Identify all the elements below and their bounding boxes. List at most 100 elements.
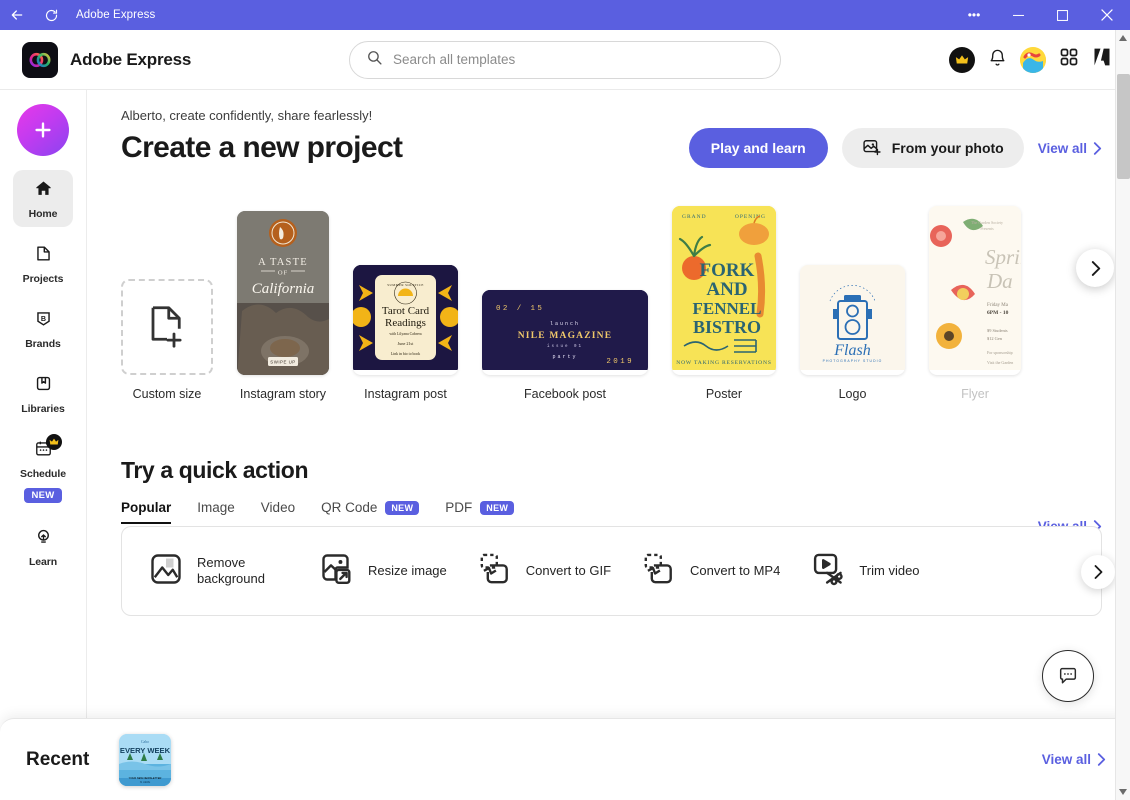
svg-text:California: California — [252, 281, 315, 297]
chevron-right-icon — [1093, 141, 1102, 155]
tab-qr-code[interactable]: QR Code NEW — [321, 500, 420, 524]
brand[interactable]: Adobe Express — [0, 41, 192, 78]
templates-next-button[interactable] — [1076, 249, 1114, 287]
recent-view-all-link[interactable]: View all — [1042, 752, 1106, 767]
svg-text:issue 01: issue 01 — [547, 344, 583, 349]
svg-text:SUMMER SOLSTICE: SUMMER SOLSTICE — [387, 283, 424, 287]
instagram-story-thumbnail: A TASTE OF California SWIPE UP — [237, 211, 329, 375]
svg-text:A TASTE: A TASTE — [258, 257, 308, 268]
quick-action-section: Try a quick action View all Popular Imag… — [121, 457, 1130, 616]
quick-action-resize-image[interactable]: Resize image — [319, 551, 447, 592]
svg-text:BISTRO: BISTRO — [693, 317, 761, 337]
svg-text:Tarot Card: Tarot Card — [382, 305, 430, 317]
recent-item-thumbnail[interactable]: Cabo EVERY WEEK YOUR NEW NEWSLETTER IS H… — [119, 733, 172, 786]
view-all-label: View all — [1037, 140, 1087, 156]
quick-action-label: Trim video — [859, 562, 920, 578]
template-card-poster[interactable]: GRAND OPENING FORK AND FENNEL BISTRO NOW… — [672, 206, 776, 401]
svg-text:AND: AND — [706, 279, 747, 300]
quick-action-panel: Remove background Resize image Convert t… — [121, 526, 1115, 616]
svg-text:GRAND: GRAND — [682, 214, 707, 220]
create-new-button[interactable] — [17, 104, 69, 156]
from-your-photo-button[interactable]: From your photo — [841, 128, 1024, 168]
svg-text:2019: 2019 — [606, 358, 634, 366]
tab-video[interactable]: Video — [261, 500, 295, 524]
sidebar-item-label: Schedule — [20, 468, 66, 480]
document-icon — [34, 244, 53, 268]
tab-pdf[interactable]: PDF NEW — [445, 500, 515, 524]
header-icon-group — [949, 46, 1112, 73]
quick-action-convert-to-mp4[interactable]: Convert to MP4 — [641, 551, 780, 592]
template-card-custom-size[interactable]: Custom size — [121, 279, 213, 401]
main-content: Alberto, create confidently, share fearl… — [87, 90, 1130, 800]
template-label: Instagram post — [364, 387, 447, 401]
vertical-scrollbar[interactable] — [1115, 30, 1130, 800]
svg-text:party: party — [552, 354, 577, 360]
sidebar-item-label: Learn — [28, 556, 58, 568]
quick-action-trim-video[interactable]: Trim video — [810, 551, 920, 592]
app-body: Home Projects B Brands Libraries Schedul… — [0, 90, 1130, 800]
window-close-button[interactable] — [1084, 0, 1130, 30]
scrollbar-track[interactable] — [1116, 46, 1130, 784]
brand-name: Adobe Express — [70, 49, 192, 69]
sidebar-item-libraries[interactable]: Libraries — [13, 365, 73, 422]
template-label: Flyer — [961, 387, 989, 401]
chat-support-button[interactable] — [1042, 650, 1094, 702]
svg-text:NILE MAGAZINE: NILE MAGAZINE — [518, 331, 613, 341]
window-titlebar: Adobe Express ••• — [0, 0, 1130, 30]
tab-image[interactable]: Image — [197, 500, 235, 524]
window-minimize-button[interactable] — [996, 0, 1040, 30]
svg-text:YOUR NEW NEWSLETTER: YOUR NEW NEWSLETTER — [129, 776, 162, 780]
sidebar-item-brands[interactable]: B Brands — [13, 300, 73, 357]
svg-text:$9 Students: $9 Students — [987, 328, 1008, 333]
template-card-instagram-post[interactable]: SUMMER SOLSTICE Tarot Card Readings with… — [353, 265, 458, 401]
sidebar-item-learn[interactable]: Learn — [13, 518, 73, 575]
convert-to-mp4-icon — [641, 551, 677, 592]
svg-text:IS HERE: IS HERE — [140, 780, 151, 784]
refresh-icon[interactable] — [34, 0, 68, 30]
svg-text:Link in bio to book: Link in bio to book — [391, 352, 420, 356]
svg-text:Readings: Readings — [385, 317, 426, 329]
quick-action-remove-background[interactable]: Remove background — [148, 551, 289, 592]
scroll-up-button[interactable] — [1116, 30, 1130, 46]
app-switcher-icon[interactable] — [1059, 47, 1079, 72]
scrollbar-thumb[interactable] — [1116, 74, 1130, 179]
templates-view-all-link[interactable]: View all — [1038, 141, 1102, 156]
back-arrow-icon[interactable] — [0, 0, 34, 30]
svg-text:The Garden Society: The Garden Society — [971, 220, 1003, 225]
premium-crown-icon[interactable] — [949, 46, 975, 73]
notifications-bell-icon[interactable] — [988, 48, 1007, 72]
convert-to-gif-icon — [477, 551, 513, 592]
tab-label: PDF — [445, 500, 473, 515]
svg-text:with Lilyana Cabrera: with Lilyana Cabrera — [389, 332, 422, 336]
sidebar-item-schedule[interactable]: Schedule NEW — [13, 430, 73, 510]
template-card-logo[interactable]: Flash PHOTOGRAPHY STUDIO Logo — [800, 265, 905, 401]
quick-action-convert-to-gif[interactable]: Convert to GIF — [477, 551, 611, 592]
svg-text:Presents: Presents — [980, 226, 994, 231]
scroll-down-button[interactable] — [1116, 784, 1130, 800]
search-input[interactable] — [393, 52, 764, 67]
tab-popular[interactable]: Popular — [121, 500, 172, 524]
play-and-learn-button[interactable]: Play and learn — [688, 128, 828, 168]
search-box[interactable] — [349, 40, 781, 79]
template-card-instagram-story[interactable]: A TASTE OF California SWIPE UP Instagram… — [237, 211, 329, 401]
window-more-button[interactable]: ••• — [952, 0, 996, 30]
template-card-flyer[interactable]: The Garden Society Presents Sprin Da Fri… — [929, 206, 1021, 401]
user-avatar[interactable] — [1020, 46, 1046, 73]
chevron-right-icon — [1094, 565, 1103, 579]
template-label: Facebook post — [524, 387, 606, 401]
sidebar-item-label: Home — [28, 208, 58, 220]
window-maximize-button[interactable] — [1040, 0, 1084, 30]
svg-text:Cabo: Cabo — [141, 740, 149, 744]
adobe-logo-icon[interactable] — [1092, 47, 1112, 72]
quick-action-next-button[interactable] — [1081, 555, 1115, 589]
custom-size-thumbnail — [121, 279, 213, 375]
new-badge: NEW — [480, 500, 515, 515]
sidebar-item-home[interactable]: Home — [13, 170, 73, 227]
chevron-right-icon — [1091, 260, 1100, 276]
template-card-facebook-post[interactable]: 02 / 15 launch NILE MAGAZINE issue 01 pa… — [482, 290, 648, 401]
sidebar-item-projects[interactable]: Projects — [13, 235, 73, 292]
svg-text:SWIPE UP: SWIPE UP — [270, 360, 295, 365]
brand-shield-icon: B — [34, 309, 53, 333]
search-container — [349, 40, 781, 79]
template-label: Poster — [705, 387, 743, 401]
